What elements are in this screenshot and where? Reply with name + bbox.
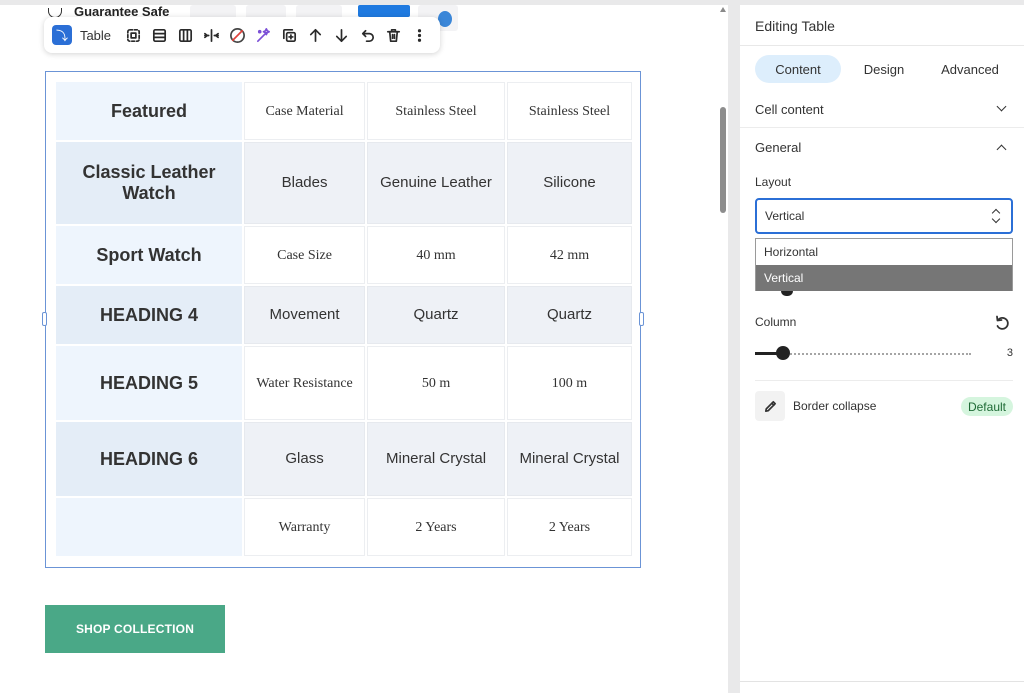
tab-advanced[interactable]: Advanced <box>930 55 1010 83</box>
table-element-icon[interactable]: ⤵ <box>52 25 72 45</box>
chevron-up-icon[interactable] <box>996 144 1007 155</box>
section-general[interactable]: General <box>755 140 801 155</box>
divider <box>740 681 1024 682</box>
select-parent-icon[interactable] <box>121 22 147 48</box>
settings-panel: Editing Table Content Design Advanced Ce… <box>740 5 1024 693</box>
tab-design[interactable]: Design <box>846 55 922 83</box>
table-row: Sport Watch Case Size 40 mm 42 mm <box>56 226 632 284</box>
payment-logo-icon <box>438 11 452 27</box>
table-cell[interactable]: Water Resistance <box>244 346 366 420</box>
table-row: Warranty 2 Years 2 Years <box>56 498 632 556</box>
layout-select-value: Vertical <box>765 209 805 223</box>
slider-thumb[interactable] <box>776 346 790 360</box>
table-cell[interactable]: Silicone <box>506 142 632 224</box>
table-cell[interactable]: Case Material <box>244 82 366 140</box>
table-row: Featured Case Material Stainless Steel S… <box>56 82 632 140</box>
table-cell[interactable]: Quartz <box>367 286 505 344</box>
table-cell[interactable]: Mineral Crystal <box>367 422 505 496</box>
table-cell[interactable]: 100 m <box>506 346 632 420</box>
select-arrows-icon <box>991 208 1001 224</box>
layout-select[interactable]: Vertical <box>755 198 1013 234</box>
row-heading[interactable]: Classic Leather Watch <box>56 142 242 224</box>
table-cell[interactable]: Warranty <box>244 498 366 556</box>
layout-dropdown-list: Horizontal Vertical <box>755 238 1013 291</box>
column-slider[interactable] <box>755 346 971 360</box>
table-row: HEADING 6 Glass Mineral Crystal Mineral … <box>56 422 632 496</box>
columns-layout-icon[interactable] <box>173 22 199 48</box>
column-label: Column <box>755 315 797 329</box>
table-row: HEADING 5 Water Resistance 50 m 100 m <box>56 346 632 420</box>
panel-title: Editing Table <box>755 18 835 34</box>
slider-track[interactable] <box>783 353 971 355</box>
table-cell[interactable]: Case Size <box>244 226 366 284</box>
table-cell[interactable]: 2 Years <box>367 498 505 556</box>
element-type-label: Table <box>79 27 112 43</box>
chevron-down-icon[interactable] <box>996 101 1007 112</box>
row-heading[interactable]: HEADING 6 <box>56 422 242 496</box>
layout-option-horizontal[interactable]: Horizontal <box>756 239 1012 265</box>
row-heading[interactable]: Sport Watch <box>56 226 242 284</box>
no-color-icon[interactable] <box>225 22 251 48</box>
scrollbar-thumb[interactable] <box>720 107 726 213</box>
table-cell[interactable]: Mineral Crystal <box>506 422 632 496</box>
layout-option-vertical[interactable]: Vertical <box>756 265 1012 291</box>
column-value: 3 <box>1006 347 1013 359</box>
payment-card-icon <box>358 5 410 17</box>
resize-handle-right[interactable] <box>639 312 644 326</box>
comparison-table: Featured Case Material Stainless Steel S… <box>54 80 634 558</box>
spacing-icon[interactable] <box>199 22 225 48</box>
divider <box>740 127 1024 128</box>
more-options-icon[interactable] <box>406 22 432 48</box>
status-badge: Default <box>960 397 1013 416</box>
table-cell[interactable]: Blades <box>244 142 366 224</box>
row-heading[interactable]: HEADING 4 <box>56 286 242 344</box>
table-cell[interactable]: Movement <box>244 286 366 344</box>
table-row: Classic Leather Watch Blades Genuine Lea… <box>56 142 632 224</box>
row-heading[interactable]: HEADING 5 <box>56 346 242 420</box>
delete-icon[interactable] <box>380 22 406 48</box>
editor-canvas: Guarantee Safe ⤵ Table Featured Case Mat… <box>0 5 728 693</box>
table-cell[interactable]: Genuine Leather <box>367 142 505 224</box>
move-up-icon[interactable] <box>302 22 328 48</box>
table-cell[interactable]: 2 Years <box>506 498 632 556</box>
pencil-icon[interactable] <box>755 391 785 421</box>
row-heading[interactable] <box>56 498 242 556</box>
table-cell[interactable]: Stainless Steel <box>506 82 632 140</box>
table-cell[interactable]: 40 mm <box>367 226 505 284</box>
table-cell[interactable]: Glass <box>244 422 366 496</box>
tab-content[interactable]: Content <box>755 55 841 83</box>
table-cell[interactable]: 50 m <box>367 346 505 420</box>
ai-magic-icon[interactable] <box>251 22 277 48</box>
duplicate-icon[interactable] <box>277 22 303 48</box>
move-down-icon[interactable] <box>328 22 354 48</box>
table-row: HEADING 4 Movement Quartz Quartz <box>56 286 632 344</box>
row-heading[interactable]: Featured <box>56 82 242 140</box>
table-block[interactable]: Featured Case Material Stainless Steel S… <box>42 71 644 568</box>
border-collapse-row[interactable]: Border collapse Default <box>755 391 1013 423</box>
undo-icon[interactable] <box>354 22 380 48</box>
layout-label: Layout <box>755 175 792 189</box>
table-cell[interactable]: Quartz <box>506 286 632 344</box>
shop-collection-button[interactable]: SHOP COLLECTION <box>45 605 225 653</box>
section-cell-content[interactable]: Cell content <box>755 102 824 117</box>
element-toolbar: ⤵ Table <box>44 17 440 53</box>
reset-icon[interactable] <box>994 315 1010 331</box>
divider <box>740 45 1024 46</box>
scroll-up-arrow-icon[interactable] <box>720 7 726 12</box>
table-cell[interactable]: 42 mm <box>506 226 632 284</box>
border-collapse-label: Border collapse <box>793 399 877 413</box>
canvas-scrollbar[interactable] <box>718 5 728 693</box>
rows-layout-icon[interactable] <box>147 22 173 48</box>
table-cell[interactable]: Stainless Steel <box>367 82 505 140</box>
slider-thumb[interactable] <box>781 291 793 296</box>
resize-handle-left[interactable] <box>42 312 47 326</box>
divider <box>755 380 1013 381</box>
